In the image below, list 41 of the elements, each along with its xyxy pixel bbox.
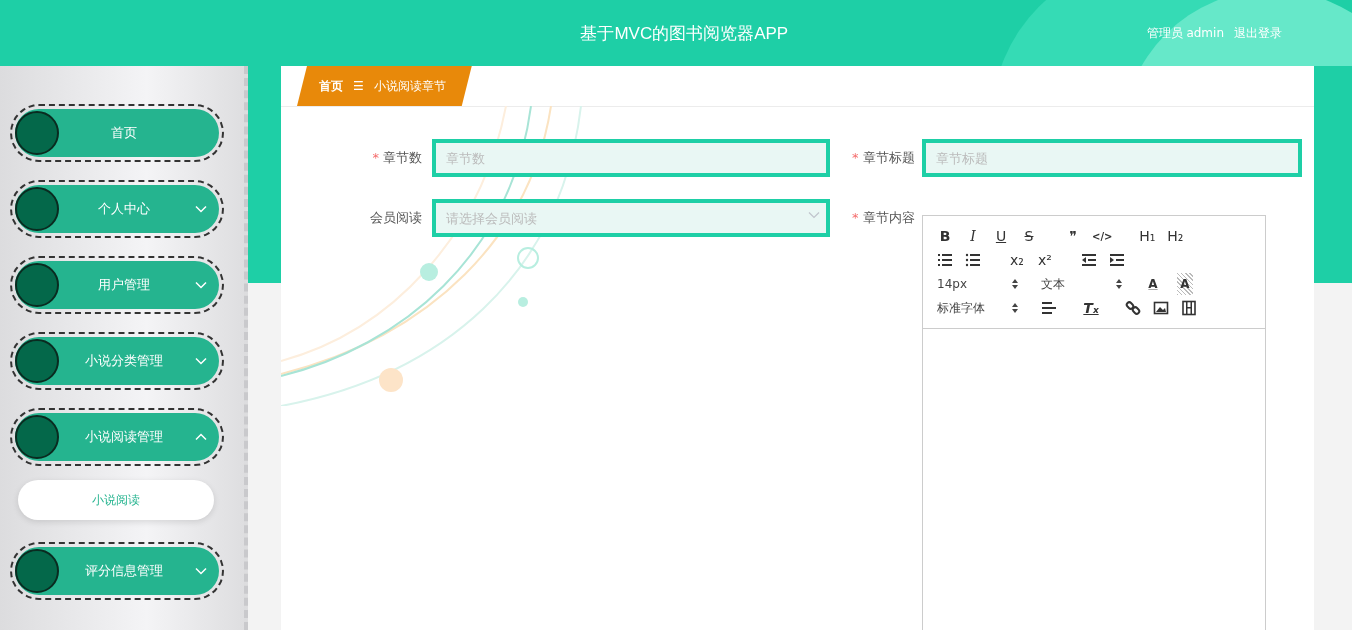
breadcrumb-separator: ☰ — [353, 79, 364, 93]
clear-format-button[interactable]: Tₓ — [1079, 297, 1103, 319]
app-title: 基于MVC的图书阅览器APP — [579, 22, 790, 45]
chevron-icon — [195, 567, 207, 575]
toolbar-button[interactable]: H₂ — [1163, 225, 1188, 247]
sort-arrows-icon — [1011, 302, 1019, 314]
text-color-button[interactable]: A — [1141, 273, 1165, 295]
outdent-icon — [1081, 252, 1097, 268]
background-color-button[interactable]: A — [1177, 273, 1193, 295]
film-icon — [1181, 300, 1197, 316]
user-name: 管理员 admin — [1146, 24, 1224, 42]
chevron-icon — [808, 211, 820, 219]
strikethrough-button[interactable]: S — [1017, 225, 1041, 247]
chevron-icon — [195, 205, 207, 213]
chevron-icon — [195, 433, 207, 441]
bullet-list-icon — [965, 252, 981, 268]
toolbar-button[interactable]: ❞ — [1061, 225, 1085, 247]
field-label: * 章节标题 — [852, 149, 916, 167]
code-button[interactable]: </> — [1089, 225, 1116, 247]
underline-button[interactable]: U — [989, 225, 1013, 247]
breadcrumb-current: 小说阅读章节 — [373, 77, 446, 95]
italic-button[interactable]: I — [961, 225, 985, 247]
sort-arrows-icon — [1011, 278, 1019, 290]
toolbar-button[interactable]: x₂ — [1005, 249, 1029, 271]
toolbar-button[interactable]: H₁ — [1135, 225, 1160, 247]
toolbar-dropdown[interactable]: 文本 — [1037, 275, 1137, 293]
indent-icon — [1109, 252, 1125, 268]
field-label: * 章节数 — [371, 149, 423, 167]
input-field[interactable]: 章节数 — [432, 139, 830, 177]
toolbar-button[interactable]: x² — [1033, 249, 1057, 271]
toolbar-dropdown[interactable]: 14px — [933, 277, 1033, 291]
bold-button[interactable]: B — [933, 225, 957, 247]
chevron-icon — [195, 281, 207, 289]
sort-arrows-icon — [1115, 278, 1123, 290]
field-label: * 章节内容 — [852, 209, 916, 227]
image-icon — [1153, 300, 1169, 316]
link-icon — [1125, 300, 1141, 316]
toolbar-dropdown[interactable]: 标准字体 — [933, 299, 1033, 317]
align-left-icon — [1041, 300, 1057, 316]
field-label: 会员阅读 — [369, 209, 423, 227]
chevron-icon — [195, 357, 207, 365]
